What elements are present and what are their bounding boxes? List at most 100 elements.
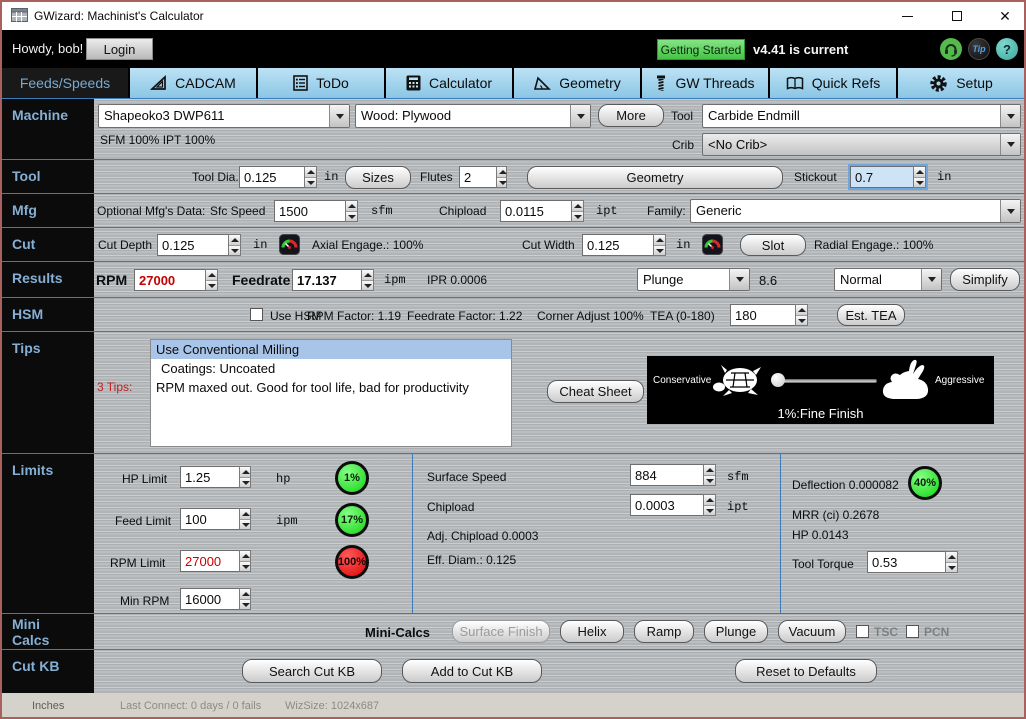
machine-select[interactable]: Shapeoko3 DWP611	[98, 104, 350, 128]
feedrate-spinner[interactable]	[361, 269, 374, 291]
tip-item[interactable]: Coatings: Uncoated	[151, 359, 511, 378]
maximize-button[interactable]	[938, 2, 976, 30]
rpm-spinner[interactable]	[205, 269, 218, 291]
help-icon[interactable]: ?	[996, 38, 1018, 60]
crib-select[interactable]: <No Crib>	[702, 133, 1021, 156]
rpm-limit-spinner[interactable]	[239, 550, 251, 572]
aggressiveness-slider-handle[interactable]	[771, 373, 785, 387]
radial-gauge-icon[interactable]	[702, 234, 723, 255]
units-toggle[interactable]: Inches	[32, 700, 64, 712]
tool-torque-spinner[interactable]	[945, 551, 958, 573]
plunge-button[interactable]: Plunge	[704, 620, 768, 643]
chevron-down-icon	[729, 269, 749, 290]
tab-cadcam[interactable]: CADCAM	[130, 68, 256, 98]
tip-item[interactable]: RPM maxed out. Good for tool life, bad f…	[151, 378, 511, 397]
est-tea-button[interactable]: Est. TEA	[837, 304, 905, 326]
axial-gauge-icon[interactable]	[279, 234, 300, 255]
stickout-input[interactable]	[850, 166, 913, 188]
tea-spinner[interactable]	[795, 304, 808, 326]
sizes-button[interactable]: Sizes	[345, 166, 411, 189]
helix-button[interactable]: Helix	[560, 620, 624, 643]
vacuum-button[interactable]: Vacuum	[778, 620, 846, 643]
hp-limit-spinner[interactable]	[239, 466, 251, 488]
sfc-speed-spinner[interactable]	[345, 200, 358, 222]
rpm-input[interactable]	[134, 269, 205, 291]
ramp-button[interactable]: Ramp	[634, 620, 694, 643]
close-button[interactable]: ✕	[986, 2, 1024, 30]
reset-to-defaults-button[interactable]: Reset to Defaults	[735, 659, 877, 683]
tool-torque-input[interactable]	[867, 551, 945, 573]
feed-limit-input[interactable]	[180, 508, 239, 530]
tip-icon[interactable]: Tip	[968, 38, 990, 60]
pcn-checkbox[interactable]	[906, 625, 919, 638]
mfg-chipload-label: Chipload	[439, 204, 486, 218]
limits-chipload-spinner[interactable]	[703, 494, 716, 516]
limits-divider-1	[412, 454, 413, 613]
stickout-spinner[interactable]	[913, 166, 926, 188]
sidebar-item-cut: Cut	[2, 228, 94, 262]
slot-button[interactable]: Slot	[740, 234, 806, 256]
getting-started-button[interactable]: Getting Started	[657, 39, 745, 60]
mfg-chipload-input[interactable]	[500, 200, 571, 222]
sidebar-item-limits: Limits	[2, 454, 94, 614]
tab-todo[interactable]: ToDo	[258, 68, 384, 98]
mfg-chipload-spinner[interactable]	[571, 200, 584, 222]
min-rpm-spinner[interactable]	[239, 588, 251, 610]
sidebar-item-mfg: Mfg	[2, 194, 94, 228]
cheat-sheet-button[interactable]: Cheat Sheet	[547, 380, 644, 403]
cut-depth-input[interactable]	[157, 234, 228, 256]
cut-width-input[interactable]	[582, 234, 653, 256]
tab-setup[interactable]: Setup	[898, 68, 1024, 98]
use-hsm-checkbox[interactable]	[250, 308, 263, 321]
tool-dia-spinner[interactable]	[304, 166, 317, 188]
deflection-badge: 40%	[908, 466, 942, 500]
minimize-button[interactable]	[888, 2, 926, 30]
conservative-label: Conservative	[653, 375, 711, 386]
tsc-checkbox[interactable]	[856, 625, 869, 638]
cut-depth-spinner[interactable]	[228, 234, 241, 256]
feedrate-input[interactable]	[292, 269, 361, 291]
flutes-spinner[interactable]	[496, 166, 507, 188]
tab-feeds-speeds[interactable]: Feeds/Speeds	[2, 68, 128, 98]
cut-width-spinner[interactable]	[653, 234, 666, 256]
tea-input-group	[730, 304, 808, 326]
family-select[interactable]: Generic	[690, 199, 1021, 223]
tool-dia-input[interactable]	[239, 166, 304, 188]
limits-chipload-input[interactable]	[630, 494, 703, 516]
aggressiveness-slider-track[interactable]	[780, 379, 877, 383]
feedrate-label: Feedrate	[232, 272, 290, 288]
flutes-input-group	[459, 166, 507, 188]
tea-input[interactable]	[730, 304, 795, 326]
flutes-input[interactable]	[459, 166, 496, 188]
login-button[interactable]: Login	[86, 38, 153, 60]
limits-chipload-input-group	[630, 494, 716, 516]
add-to-cut-kb-button[interactable]: Add to Cut KB	[402, 659, 542, 683]
tool-type-select[interactable]: Carbide Endmill	[702, 104, 1021, 128]
tip-item[interactable]: Use Conventional Milling	[151, 340, 511, 359]
min-rpm-input[interactable]	[180, 588, 239, 610]
surface-finish-button[interactable]: Surface Finish	[452, 620, 550, 643]
limits-divider-2	[780, 454, 781, 613]
mfg-chipload-input-group	[500, 200, 584, 222]
sfc-speed-input[interactable]	[274, 200, 345, 222]
mode-select[interactable]: Plunge	[637, 268, 750, 291]
hp-limit-input[interactable]	[180, 466, 239, 488]
support-headset-icon[interactable]	[940, 38, 962, 60]
feed-limit-spinner[interactable]	[239, 508, 251, 530]
profile-select[interactable]: Normal	[834, 268, 942, 291]
surface-speed-input[interactable]	[630, 464, 703, 486]
rpm-factor-text: RPM Factor: 1.19	[307, 309, 401, 323]
feed-limit-unit: ipm	[276, 514, 298, 528]
simplify-button[interactable]: Simplify	[950, 268, 1020, 291]
geometry-button[interactable]: Geometry	[527, 166, 783, 189]
surface-speed-spinner[interactable]	[703, 464, 716, 486]
tab-gw-threads[interactable]: GW Threads	[642, 68, 768, 98]
tab-calculator[interactable]: Calculator	[386, 68, 512, 98]
mini-calcs-row: Mini-Calcs Surface Finish Helix Ramp Plu…	[94, 614, 1024, 650]
search-cut-kb-button[interactable]: Search Cut KB	[242, 659, 382, 683]
tab-geometry[interactable]: Geometry	[514, 68, 640, 98]
rpm-limit-input[interactable]	[180, 550, 239, 572]
more-button[interactable]: More	[598, 104, 664, 127]
tab-quick-refs[interactable]: Quick Refs	[770, 68, 896, 98]
material-select[interactable]: Wood: Plywood	[355, 104, 591, 128]
